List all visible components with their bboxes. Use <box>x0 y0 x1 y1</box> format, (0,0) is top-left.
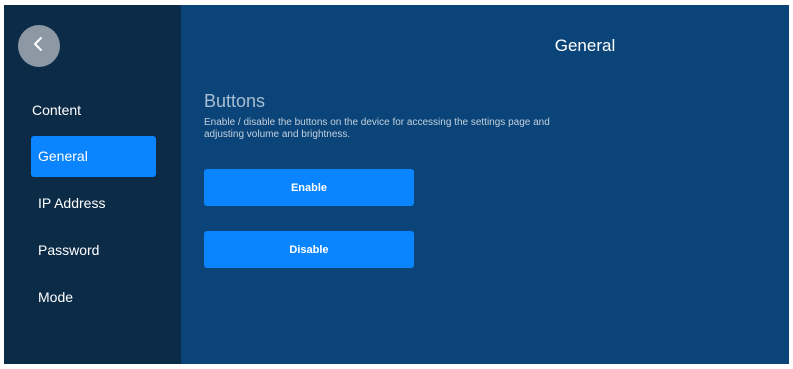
sidebar-item-label: Password <box>38 242 100 258</box>
app-window: Content General IP Address Password Mode… <box>4 5 789 364</box>
sidebar-item-label: General <box>38 148 88 164</box>
sidebar-item-password[interactable]: Password <box>31 230 156 271</box>
sidebar-item-mode[interactable]: Mode <box>31 277 156 318</box>
sidebar-item-label: Mode <box>38 289 74 305</box>
sidebar-heading: Content <box>32 102 82 118</box>
chevron-left-icon <box>32 36 46 57</box>
sidebar-item-ip-address[interactable]: IP Address <box>31 183 156 224</box>
section-title: Buttons <box>204 91 266 111</box>
main-panel: General Buttons Enable / disable the but… <box>181 5 789 364</box>
page-title: General <box>554 36 616 55</box>
section-description: Enable / disable the buttons on the devi… <box>204 117 550 140</box>
disable-button[interactable]: Disable <box>204 231 414 268</box>
enable-button[interactable]: Enable <box>204 169 414 206</box>
sidebar-nav: General IP Address Password Mode <box>31 136 156 324</box>
back-button[interactable] <box>18 25 60 67</box>
sidebar-item-general[interactable]: General <box>31 136 156 177</box>
sidebar: Content General IP Address Password Mode <box>4 5 181 364</box>
sidebar-item-label: IP Address <box>38 195 106 211</box>
